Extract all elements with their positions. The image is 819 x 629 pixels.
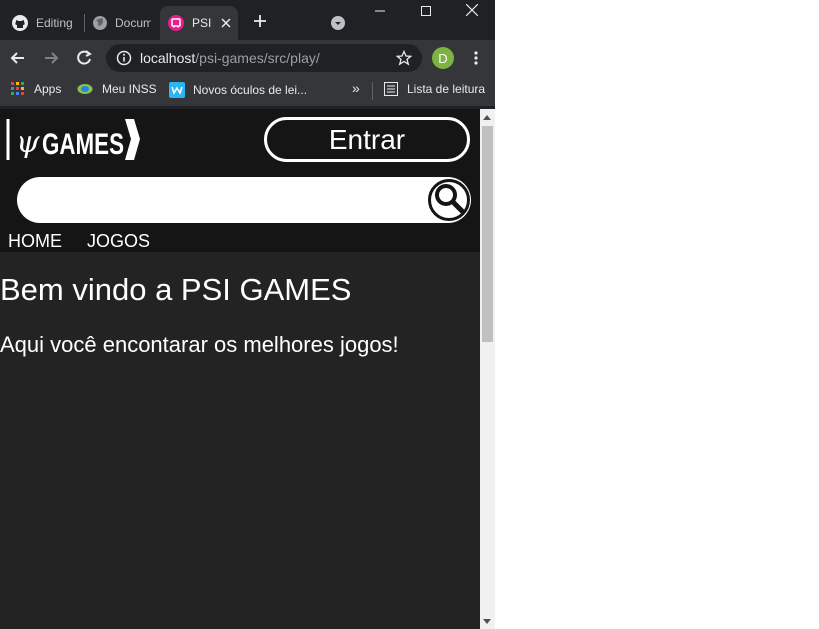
close-tab-icon[interactable] [218,15,234,31]
tab-separator [84,14,85,32]
github-icon [12,15,28,31]
tab-title: PSI [192,16,212,30]
bookmarks-divider [372,82,373,100]
reading-list-icon [384,82,398,96]
address-bar[interactable]: localhost/psi-games/src/play/ [106,44,422,72]
browser-toolbar: localhost/psi-games/src/play/ D [0,40,495,76]
plus-icon [253,14,267,33]
bookmark-apps[interactable]: Apps [11,82,61,96]
tab-editing[interactable]: Editing [6,6,84,40]
tab-document[interactable]: Docum [86,6,160,40]
arrow-right-icon [41,52,61,72]
tab-psi-active[interactable]: PSI [160,6,238,40]
site-header: ψ GAMES Entrar HOME JOGOS [0,109,480,252]
page-title: Bem vindo a PSI GAMES [0,272,352,307]
arrow-left-icon [8,52,28,72]
site-logo[interactable]: ψ GAMES [6,116,142,164]
main-nav: HOME JOGOS [8,231,150,252]
inss-icon [77,82,93,96]
scroll-down-arrow[interactable] [483,619,491,624]
apps-grid-icon [11,82,25,96]
info-icon[interactable] [116,50,132,66]
tab-title: Docum [115,16,151,30]
bookmark-novos-oculos[interactable]: Novos óculos de lei... [169,82,307,98]
bookmarks-overflow-button[interactable]: » [352,80,360,96]
bookmark-label: Apps [34,82,62,96]
back-button[interactable] [8,48,28,68]
kebab-menu-icon [468,51,484,71]
profile-initial: D [438,50,448,66]
profile-avatar[interactable]: D [432,47,454,69]
reading-list-button[interactable]: Lista de leitura [384,82,485,96]
browser-window: Editing Docum PSI localhost/psi-games/sr… [0,0,495,629]
url-text[interactable]: localhost/psi-games/src/play/ [140,50,320,66]
close-window-button[interactable] [449,0,495,24]
nav-home[interactable]: HOME [8,231,62,252]
chevron-down-icon [330,16,346,35]
window-controls [357,0,495,24]
browser-menu-button[interactable] [468,49,484,67]
bookmark-star-icon[interactable] [395,49,413,66]
search-icon [433,182,465,219]
close-icon [465,3,479,21]
double-chevron-icon: » [352,80,360,96]
reload-button[interactable] [74,48,94,68]
logo-psi-symbol: ψ [16,125,40,160]
minimize-button[interactable] [357,0,403,24]
psi-favicon [168,15,184,31]
bookmark-label: Meu INSS [102,82,157,96]
search-button[interactable] [428,179,470,221]
new-tab-button[interactable] [250,13,270,33]
forward-button[interactable] [41,48,61,68]
bookmark-label: Lista de leitura [407,82,486,96]
nav-jogos[interactable]: JOGOS [87,231,150,252]
page-subtitle: Aqui você encontarar os melhores jogos! [0,332,399,357]
logo-text: GAMES [42,128,124,161]
tab-strip: Editing Docum PSI [0,0,495,40]
search-input[interactable] [17,177,471,223]
page-viewport: ψ GAMES Entrar HOME JOGOS Bem vindo a PS… [0,109,480,629]
scroll-up-arrow[interactable] [483,115,491,120]
minimize-icon [375,3,385,21]
page-scrollbar[interactable] [480,109,495,629]
reload-icon [74,50,94,72]
globe-icon [92,15,108,31]
login-button[interactable]: Entrar [264,117,470,162]
url-path: /psi-games/src/play/ [195,50,320,66]
tab-search-button[interactable] [330,15,346,31]
store-icon [169,82,185,98]
url-host: localhost [140,50,196,66]
tab-title: Editing [36,16,73,30]
maximize-button[interactable] [403,0,449,24]
maximize-icon [421,3,431,21]
bookmarks-bar: Apps Meu INSS Novos óculos de lei... » L… [0,76,495,106]
bookmark-label: Novos óculos de lei... [193,83,308,97]
bookmark-meu-inss[interactable]: Meu INSS [77,82,157,96]
scroll-thumb[interactable] [482,126,493,342]
